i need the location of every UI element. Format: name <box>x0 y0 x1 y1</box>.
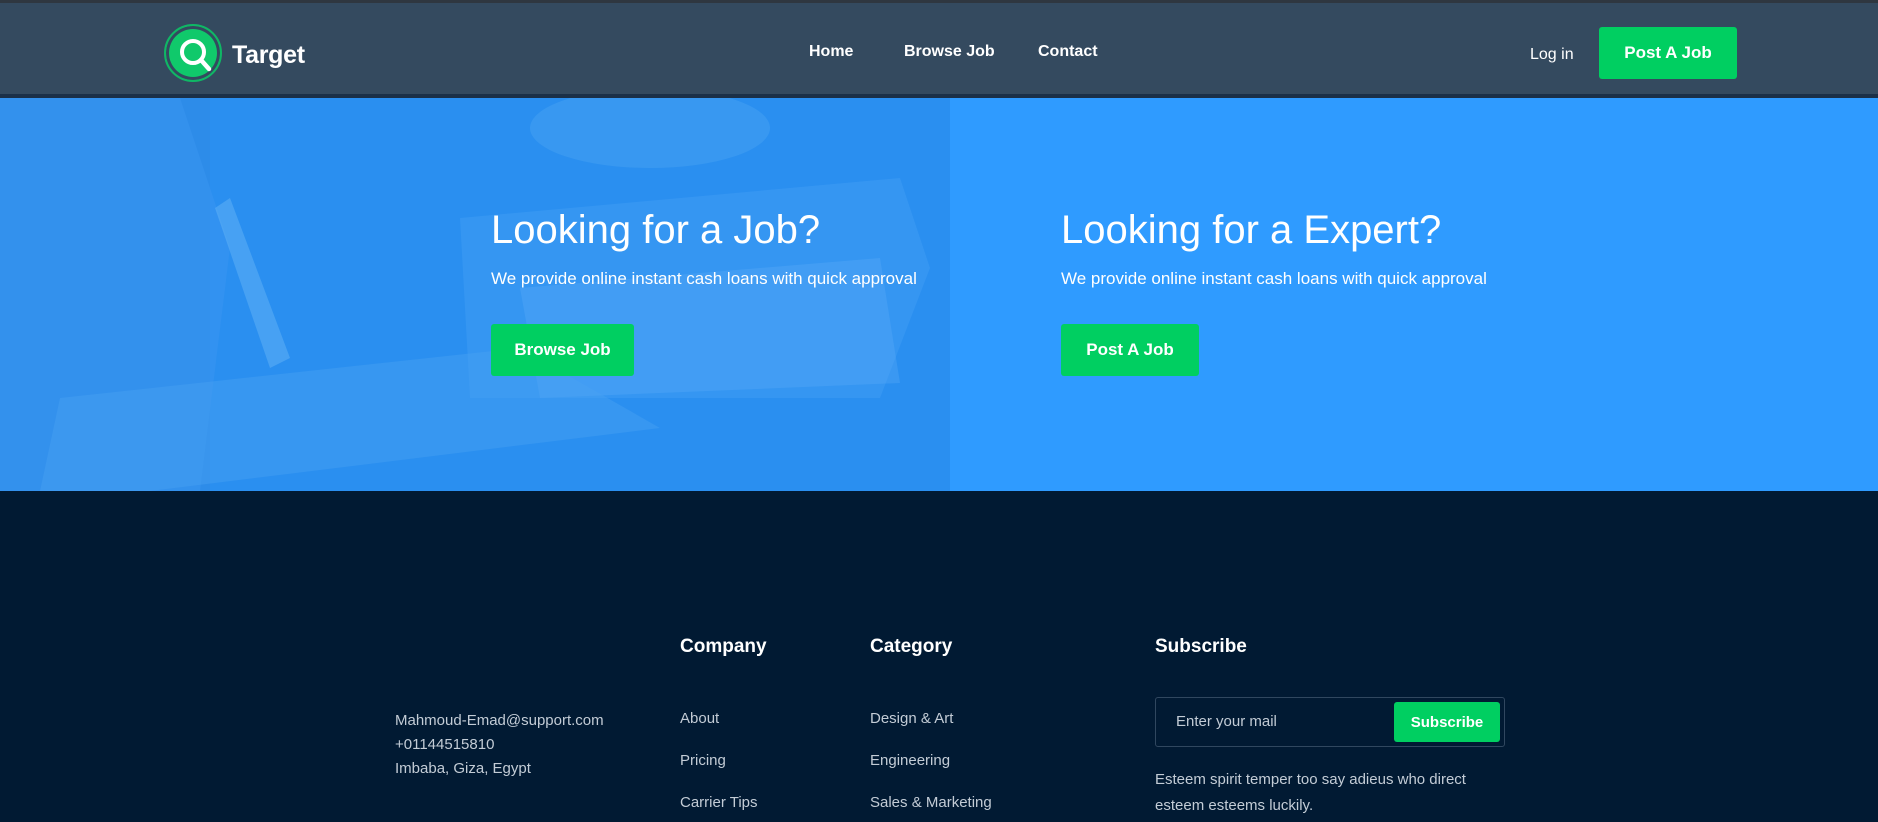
company-heading: Company <box>680 636 767 657</box>
post-job-button[interactable]: Post A Job <box>1599 27 1737 79</box>
subscribe-heading: Subscribe <box>1155 636 1247 657</box>
login-link[interactable]: Log in <box>1530 46 1574 64</box>
footer-link-engineering[interactable]: Engineering <box>870 752 950 769</box>
search-icon <box>180 39 212 72</box>
contact-address: Imbaba, Giza, Egypt <box>395 760 531 777</box>
site-header: Target Home Browse Job Contact Log in Po… <box>0 3 1878 98</box>
subscribe-button[interactable]: Subscribe <box>1394 702 1500 742</box>
hero-job-title: Looking for a Job? <box>491 208 821 252</box>
nav-browse-job[interactable]: Browse Job <box>904 43 995 61</box>
email-input[interactable]: Enter your mail <box>1176 713 1277 730</box>
contact-email: Mahmoud-Emad@support.com <box>395 712 604 729</box>
hero-expert-title: Looking for a Expert? <box>1061 208 1442 252</box>
contact-phone: +01144515810 <box>395 736 495 753</box>
subscribe-form: Enter your mail Subscribe <box>1155 697 1505 747</box>
site-footer: Mahmoud-Emad@support.com +01144515810 Im… <box>0 491 1878 822</box>
brand-name[interactable]: Target <box>232 41 305 70</box>
hero-expert-subtitle: We provide online instant cash loans wit… <box>1061 269 1487 288</box>
category-heading: Category <box>870 636 953 657</box>
logo[interactable] <box>164 24 222 82</box>
hero-post-job-button[interactable]: Post A Job <box>1061 324 1199 376</box>
hero-expert-panel: Looking for a Expert? We provide online … <box>950 98 1878 491</box>
browse-job-button[interactable]: Browse Job <box>491 324 634 376</box>
hero-job-panel: Looking for a Job? We provide online ins… <box>0 98 950 491</box>
footer-link-carrier-tips[interactable]: Carrier Tips <box>680 794 758 811</box>
nav-home[interactable]: Home <box>809 43 853 61</box>
footer-link-sales-marketing[interactable]: Sales & Marketing <box>870 794 992 811</box>
hero-section: Looking for a Job? We provide online ins… <box>0 98 1878 491</box>
footer-link-design-art[interactable]: Design & Art <box>870 710 953 727</box>
subscribe-description: Esteem spirit temper too say adieus who … <box>1155 771 1466 814</box>
hero-background-image <box>0 98 950 491</box>
footer-link-about[interactable]: About <box>680 710 719 727</box>
nav-contact[interactable]: Contact <box>1038 43 1098 61</box>
footer-link-pricing[interactable]: Pricing <box>680 752 726 769</box>
hero-job-subtitle: We provide online instant cash loans wit… <box>491 269 917 288</box>
